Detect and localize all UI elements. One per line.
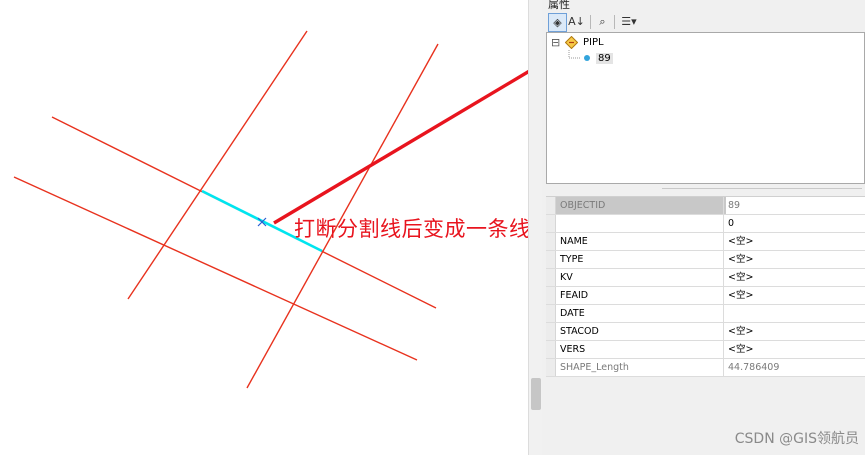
tree-feature-label[interactable]: 89 — [596, 53, 613, 64]
feature-icon — [584, 55, 590, 61]
field-value[interactable]: <空> — [723, 287, 865, 304]
field-value: 89 — [723, 197, 865, 214]
row-selector[interactable] — [546, 251, 556, 268]
attribute-row[interactable]: DATE — [546, 305, 865, 323]
row-selector[interactable] — [546, 323, 556, 340]
field-value[interactable]: <空> — [723, 251, 865, 268]
attributes-panel: 属性 ◈ A↓ ⌕ ☰▾ ⊟ PIPL 89 OBJECTID 89 0 NAME <空… — [542, 0, 865, 455]
field-name: NAME — [560, 236, 588, 247]
find-tool-icon[interactable]: ⌕ — [594, 13, 611, 30]
vertical-scrollbar[interactable] — [528, 0, 543, 455]
field-name: KV — [560, 272, 573, 283]
options-dropdown-icon[interactable]: ☰▾ — [618, 13, 640, 30]
field-value[interactable]: 0 — [723, 215, 865, 232]
sort-tool-icon[interactable]: A↓ — [568, 13, 585, 30]
attribute-row[interactable]: FEAID <空> — [546, 287, 865, 305]
row-selector[interactable] — [546, 287, 556, 304]
layer-icon — [565, 36, 578, 49]
feature-tree[interactable]: ⊟ PIPL 89 — [546, 32, 865, 184]
toolbar-separator — [590, 15, 591, 29]
attribute-row[interactable]: VERS <空> — [546, 341, 865, 359]
toolbar-separator — [614, 15, 615, 29]
field-name: STACOD — [560, 326, 599, 337]
attribute-row[interactable]: TYPE <空> — [546, 251, 865, 269]
field-value[interactable] — [723, 305, 865, 322]
attribute-row[interactable]: KV <空> — [546, 269, 865, 287]
panel-splitter[interactable] — [662, 188, 862, 189]
field-name: VERS — [560, 344, 586, 355]
panel-toolbar: ◈ A↓ ⌕ ☰▾ — [546, 12, 862, 32]
attribute-row[interactable]: 0 — [546, 215, 865, 233]
field-value[interactable]: <空> — [723, 233, 865, 250]
attribute-grid: OBJECTID 89 0 NAME <空> TYPE <空> KV <空> FEAID <空> DA… — [546, 196, 865, 377]
field-value[interactable]: <空> — [723, 341, 865, 358]
attribute-row[interactable]: STACOD <空> — [546, 323, 865, 341]
field-name: DATE — [560, 308, 585, 319]
field-name: SHAPE_Length — [560, 362, 629, 373]
row-selector[interactable] — [546, 359, 556, 376]
watermark: CSDN @GIS领航员 — [734, 431, 859, 447]
row-selector[interactable] — [546, 305, 556, 322]
tree-layer-label[interactable]: PIPL — [583, 37, 604, 48]
row-selector[interactable] — [546, 215, 556, 232]
field-value[interactable]: <空> — [723, 269, 865, 286]
collapse-icon[interactable]: ⊟ — [551, 36, 560, 49]
annotation-arrow — [273, 69, 528, 225]
row-selector[interactable] — [546, 197, 556, 214]
attribute-row[interactable]: SHAPE_Length 44.786409 — [546, 359, 865, 377]
row-selector[interactable] — [546, 233, 556, 250]
attribute-row[interactable]: OBJECTID 89 — [546, 197, 865, 215]
panel-title: 属性 — [548, 0, 570, 11]
field-name: OBJECTID — [556, 197, 726, 214]
scrollbar-thumb[interactable] — [531, 378, 541, 410]
row-selector[interactable] — [546, 341, 556, 358]
map-line[interactable] — [127, 30, 308, 300]
field-name: TYPE — [560, 254, 584, 265]
row-selector[interactable] — [546, 269, 556, 286]
field-value[interactable]: <空> — [723, 323, 865, 340]
identify-tool-icon[interactable]: ◈ — [548, 13, 567, 32]
field-name: FEAID — [560, 290, 589, 301]
annotation-text: 打断分割线后变成一条线 — [294, 217, 528, 241]
attribute-row[interactable]: NAME <空> — [546, 233, 865, 251]
map-canvas[interactable]: 打断分割线后变成一条线 — [0, 0, 528, 455]
field-value: 44.786409 — [723, 359, 865, 376]
field-name — [556, 215, 726, 232]
